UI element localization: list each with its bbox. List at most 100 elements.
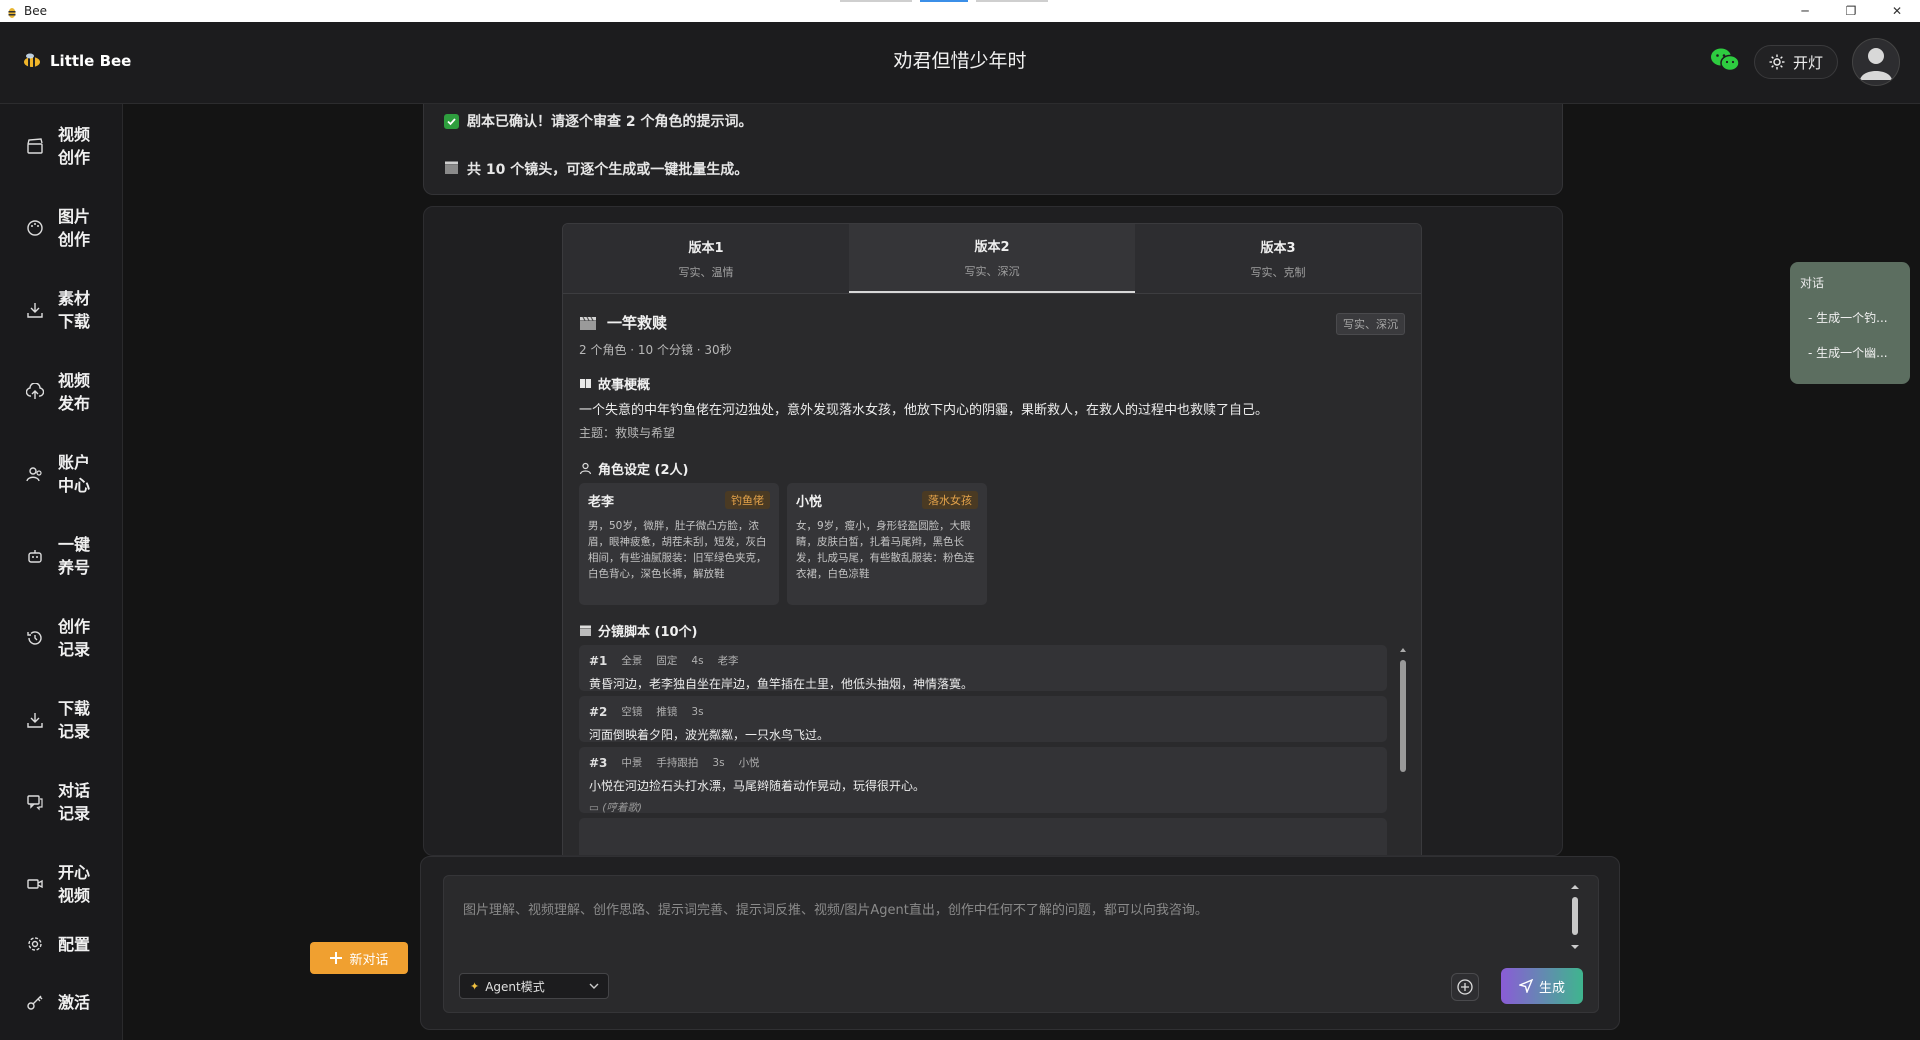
shot-character: 老李: [717, 655, 739, 667]
shot-item[interactable]: #3 中景 手持跟拍 3s 小悦 小悦在河边捡石头打水漂，马尾辫随着动作晃动，玩…: [579, 747, 1387, 814]
character-role-badge: 落水女孩: [922, 491, 978, 509]
script-variant-card: 版本1 写实、温情 版本2 写实、深沉 版本3 写实、克制 一竿救赎 写实、深沉…: [562, 223, 1422, 855]
sidebar-item-label: 创作记录: [58, 617, 91, 659]
attach-button[interactable]: [1451, 973, 1479, 1001]
sidebar-item-account-nurture[interactable]: 一键养号: [0, 523, 123, 589]
key-icon: [27, 995, 43, 1010]
page-title: 劝君但惜少年时: [893, 50, 1027, 72]
download-icon: [27, 303, 43, 318]
shot-note-text: (哼着歌): [602, 802, 642, 814]
composer-scrollbar[interactable]: [1569, 883, 1581, 951]
assistant-message: 剧本已确认！请逐个审查 2 个角色的提示词。 共 10 个镜头，可逐个生成或一键…: [423, 104, 1563, 195]
sidebar-item-material-download[interactable]: 素材下载: [0, 277, 123, 343]
robot-icon: [28, 550, 42, 563]
restore-button[interactable]: ❐: [1828, 0, 1874, 22]
scrollbar-thumb[interactable]: [1572, 897, 1578, 935]
tab-version-1[interactable]: 版本1 写实、温情: [563, 224, 849, 293]
chat-input[interactable]: [443, 875, 1599, 1013]
user-avatar[interactable]: [1852, 38, 1900, 86]
shot-list[interactable]: #1 全景 固定 4s 老李 黄昏河边，老李独自坐在岸边，鱼竿插在土里，他低头抽…: [579, 645, 1387, 855]
synopsis-heading: 故事梗概: [579, 374, 650, 393]
plus-circle-icon: [1457, 979, 1473, 995]
shot-type: 空镜: [621, 706, 643, 718]
chat-input-placeholder: 图片理解、视频理解、创作思路、提示词完善、提示词反推、视频/图片Agent直出，…: [463, 903, 1208, 918]
sidebar-item-happy-video[interactable]: 开心视频: [0, 851, 123, 917]
shot-number: #2: [589, 704, 608, 719]
sparkle-icon: ✦: [470, 979, 480, 993]
shot-duration: 3s: [712, 756, 725, 769]
script-title-text: 一竿救赎: [607, 314, 668, 332]
characters-heading-text: 角色设定 (2人): [598, 463, 689, 478]
clapperboard-icon: [580, 625, 591, 636]
sidebar-item-label: 图片创作: [58, 207, 91, 249]
shot-description: 黄昏河边，老李独自坐在岸边，鱼竿插在土里，他低头抽烟，神情落寞。: [589, 677, 974, 691]
shots-message: 共 10 个镜头，可逐个生成或一键批量生成。: [467, 162, 749, 178]
history-icon: [27, 631, 42, 645]
theme-text: 主题：救赎与希望: [579, 426, 676, 440]
tab-sublabel: 写实、克制: [1250, 266, 1306, 279]
palette-icon: [27, 220, 43, 236]
variant-tabs: 版本1 写实、温情 版本2 写实、深沉 版本3 写实、克制: [563, 224, 1421, 294]
scrollbar-thumb[interactable]: [1400, 660, 1406, 772]
agent-mode-select[interactable]: ✦ Agent模式: [459, 973, 609, 999]
sidebar-item-account-center[interactable]: 账户中心: [0, 441, 123, 507]
wechat-icon[interactable]: [1710, 47, 1740, 77]
tab-label: 版本1: [688, 241, 724, 256]
generate-button[interactable]: 生成: [1501, 968, 1583, 1004]
sidebar-item-activate[interactable]: 激活: [0, 980, 123, 1024]
shot-item[interactable]: #1 全景 固定 4s 老李 黄昏河边，老李独自坐在岸边，鱼竿插在土里，他低头抽…: [579, 645, 1387, 691]
script-title: 一竿救赎: [579, 312, 667, 333]
scroll-up-icon[interactable]: [1399, 646, 1407, 654]
close-button[interactable]: ✕: [1874, 0, 1920, 22]
sidebar-item-image-creation[interactable]: 图片创作: [0, 195, 123, 261]
tab-version-2[interactable]: 版本2 写实、深沉: [849, 224, 1135, 293]
shot-duration: 3s: [691, 705, 704, 718]
chat-history-item[interactable]: - 生成一个钓...: [1800, 309, 1900, 326]
shot-list-scrollbar[interactable]: [1399, 646, 1407, 855]
sidebar-item-label: 视频发布: [58, 371, 91, 413]
character-card[interactable]: 小悦 落水女孩 女，9岁，瘦小，身形轻盈圆脸，大眼睛，皮肤白皙，扎着马尾辫，黑色…: [787, 483, 987, 605]
new-chat-button[interactable]: 新对话: [310, 942, 408, 974]
speech-icon: ▭: [589, 802, 599, 814]
characters-heading: 角色设定 (2人): [579, 459, 688, 478]
download-icon: [27, 713, 43, 728]
shot-item[interactable]: #2 空镜 推镜 3s 河面倒映着夕阳，波光粼粼，一只水鸟飞过。: [579, 696, 1387, 742]
chat-history-item[interactable]: - 生成一个幽...: [1800, 344, 1900, 361]
sidebar-item-label: 对话记录: [58, 781, 91, 823]
shot-description: 河面倒映着夕阳，波光粼粼，一只水鸟飞过。: [589, 728, 830, 742]
video-icon: [27, 879, 43, 889]
synopsis-text: 一个失意的中年钓鱼佬在河边独处，意外发现落水女孩，他放下内心的阴霾，果断救人，在…: [579, 403, 1269, 418]
clapperboard-icon: [27, 138, 43, 154]
light-toggle-button[interactable]: 开灯: [1753, 45, 1838, 79]
clapperboard-icon: [444, 160, 459, 179]
sidebar-item-video-publish[interactable]: 视频发布: [0, 359, 123, 425]
sidebar-item-chat-history[interactable]: 对话记录: [0, 769, 123, 835]
scroll-up-icon[interactable]: [1569, 883, 1581, 891]
sidebar-item-creation-history[interactable]: 创作记录: [0, 605, 123, 671]
chat-history-float: 对话 - 生成一个钓... - 生成一个幽...: [1790, 262, 1910, 384]
minimize-button[interactable]: ─: [1782, 0, 1828, 22]
shot-character: 小悦: [738, 757, 760, 769]
sidebar-item-label: 素材下载: [58, 289, 91, 331]
gear-icon: [28, 937, 42, 951]
shots-heading-text: 分镜脚本 (10个): [598, 625, 698, 640]
shot-item[interactable]: [579, 818, 1387, 855]
sidebar-item-settings[interactable]: 配置: [0, 922, 123, 966]
character-description: 男，50岁，微胖，肚子微凸方脸，浓眉，眼神疲惫，胡茬未刮，短发，灰白相间，有些油…: [588, 520, 767, 580]
sidebar-item-video-creation[interactable]: 视频创作: [0, 113, 123, 179]
tab-sublabel: 写实、深沉: [964, 265, 1020, 278]
scroll-down-icon[interactable]: [1569, 943, 1581, 951]
shot-camera: 手持跟拍: [656, 757, 699, 769]
sidebar-item-download-history[interactable]: 下载记录: [0, 687, 123, 753]
sidebar-item-label: 账户中心: [58, 453, 91, 495]
sidebar-item-label: 下载记录: [58, 699, 91, 741]
user-icon: [1860, 48, 1892, 80]
sidebar-item-label: 一键养号: [58, 535, 91, 577]
character-card[interactable]: 老李 钓鱼佬 男，50岁，微胖，肚子微凸方脸，浓眉，眼神疲惫，胡茬未刮，短发，灰…: [579, 483, 779, 605]
bee-app-icon: [6, 4, 18, 18]
tab-label: 版本2: [974, 240, 1010, 255]
window-tab-strip: [840, 0, 1048, 2]
users-icon: [26, 467, 42, 482]
tab-version-3[interactable]: 版本3 写实、克制: [1135, 224, 1421, 293]
character-role-badge: 钓鱼佬: [725, 491, 770, 509]
